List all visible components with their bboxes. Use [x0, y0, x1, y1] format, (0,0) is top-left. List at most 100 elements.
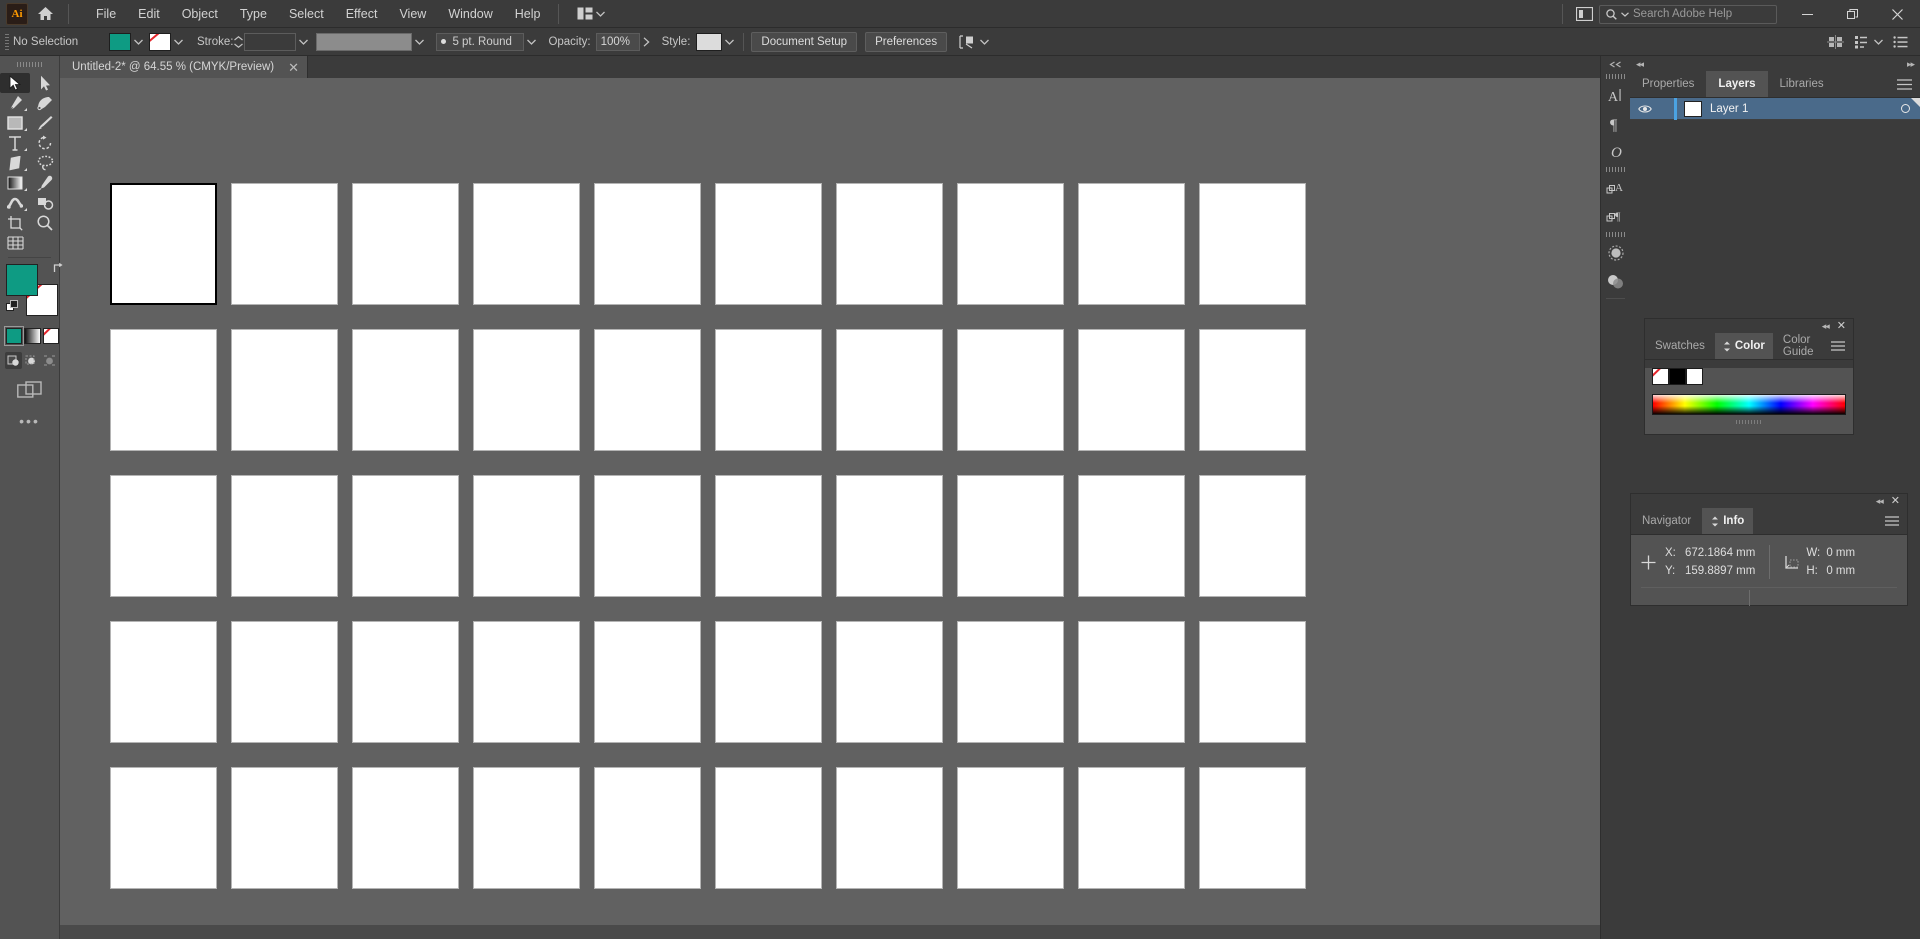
close-icon[interactable]: ✕: [1891, 496, 1900, 507]
menu-window[interactable]: Window: [437, 2, 503, 26]
paragraph-styles-panel-icon[interactable]: ¶: [1601, 202, 1630, 230]
gradient-tool[interactable]: [0, 173, 30, 193]
artboard[interactable]: [231, 475, 338, 597]
artboard[interactable]: [110, 329, 217, 451]
panel-strip-grip-2[interactable]: [1605, 167, 1626, 172]
brush-definition-input[interactable]: 5 pt. Round: [436, 32, 525, 51]
artboard[interactable]: [836, 767, 943, 889]
artboard[interactable]: [957, 767, 1064, 889]
tab-properties[interactable]: Properties: [1630, 71, 1706, 97]
fill-swatch-group[interactable]: [109, 32, 145, 51]
artboard[interactable]: [352, 183, 459, 305]
artboard[interactable]: [473, 183, 580, 305]
rotate-tool[interactable]: [30, 133, 60, 153]
character-panel-icon[interactable]: A: [1601, 81, 1630, 109]
workspace-switcher-icon[interactable]: [1569, 7, 1599, 21]
type-tool[interactable]: [0, 133, 30, 153]
artboard[interactable]: [110, 767, 217, 889]
artboard[interactable]: [1199, 329, 1306, 451]
rectangle-tool[interactable]: [0, 113, 30, 133]
menu-select[interactable]: Select: [278, 2, 335, 26]
collapse-panel-icon[interactable]: ◂◂: [1876, 496, 1884, 507]
zoom-tool[interactable]: [30, 213, 60, 233]
tab-swatches[interactable]: Swatches: [1645, 333, 1715, 359]
direct-selection-tool[interactable]: [30, 73, 60, 93]
opacity-expand-caret[interactable]: [640, 33, 654, 51]
black-swatch[interactable]: [1669, 368, 1686, 385]
menu-view[interactable]: View: [388, 2, 437, 26]
panel-options-icon[interactable]: [1893, 36, 1908, 48]
document-tab[interactable]: Untitled-2* @ 64.55 % (CMYK/Preview) ✕: [60, 56, 309, 78]
curvature-tool[interactable]: [30, 93, 60, 113]
artboard[interactable]: [110, 475, 217, 597]
style-caret[interactable]: [722, 33, 736, 51]
fill-swatch[interactable]: [109, 32, 131, 51]
artboard[interactable]: [836, 475, 943, 597]
glyphs-panel-icon[interactable]: O: [1601, 137, 1630, 165]
artboard[interactable]: [715, 329, 822, 451]
stroke-swatch-group[interactable]: [149, 32, 185, 51]
eye-icon[interactable]: [1634, 104, 1656, 114]
color-spectrum-ramp[interactable]: [1652, 394, 1846, 415]
panel-menu-icon[interactable]: [1897, 79, 1912, 90]
artboard[interactable]: [473, 767, 580, 889]
tab-info[interactable]: Info: [1702, 508, 1754, 534]
stroke-weight-stepper[interactable]: [233, 33, 244, 51]
artboard[interactable]: [231, 767, 338, 889]
artboard[interactable]: [836, 183, 943, 305]
artboard[interactable]: [1078, 475, 1185, 597]
artboard[interactable]: [473, 621, 580, 743]
artboard-options-group[interactable]: [959, 34, 990, 49]
arrange-documents-button[interactable]: [571, 3, 611, 24]
swap-fill-stroke-icon[interactable]: [51, 262, 64, 274]
artboard[interactable]: [231, 621, 338, 743]
close-icon[interactable]: ✕: [1837, 321, 1846, 332]
selection-tool[interactable]: [0, 73, 30, 93]
document-setup-button[interactable]: Document Setup: [751, 31, 858, 52]
search-input[interactable]: Search Adobe Help: [1599, 4, 1777, 24]
tab-layers[interactable]: Layers: [1706, 71, 1768, 97]
artboard[interactable]: [1078, 767, 1185, 889]
stroke-profile-input[interactable]: [316, 32, 413, 51]
artboard[interactable]: [352, 475, 459, 597]
horizontal-scrollbar[interactable]: [60, 925, 1616, 939]
close-icon[interactable]: [1875, 0, 1920, 28]
artboard[interactable]: [715, 767, 822, 889]
close-icon[interactable]: ✕: [288, 61, 299, 74]
artboard[interactable]: [473, 329, 580, 451]
menu-type[interactable]: Type: [229, 2, 278, 26]
minimize-icon[interactable]: [1785, 0, 1830, 28]
distribute-icon[interactable]: [1854, 35, 1883, 49]
artboard[interactable]: [957, 475, 1064, 597]
color-mode-none[interactable]: [42, 328, 59, 344]
artboard[interactable]: [594, 329, 701, 451]
stroke-dropdown-caret[interactable]: [171, 33, 185, 51]
artboard[interactable]: [110, 621, 217, 743]
fill-color-swatch[interactable]: [6, 264, 38, 296]
artboard[interactable]: [352, 329, 459, 451]
collapse-panel-icon[interactable]: ◂◂: [1822, 321, 1830, 332]
artboard[interactable]: [594, 183, 701, 305]
paragraph-panel-icon[interactable]: ¶: [1601, 109, 1630, 137]
brushes-panel-icon[interactable]: [1601, 239, 1630, 267]
eyedropper-tool[interactable]: [30, 173, 60, 193]
color-panel-resize-grip[interactable]: [1736, 420, 1762, 424]
artboard[interactable]: [352, 767, 459, 889]
artboard[interactable]: [1078, 329, 1185, 451]
artboard[interactable]: [957, 183, 1064, 305]
artboard[interactable]: [352, 621, 459, 743]
artboard[interactable]: [1199, 183, 1306, 305]
artboard[interactable]: [594, 767, 701, 889]
draw-behind-icon[interactable]: [23, 352, 40, 369]
home-icon[interactable]: [28, 0, 62, 28]
none-swatch[interactable]: [1652, 368, 1669, 385]
color-mode-solid[interactable]: [3, 326, 25, 346]
artboard[interactable]: [473, 475, 580, 597]
draw-inside-icon[interactable]: [41, 352, 58, 369]
align-icon[interactable]: [1827, 35, 1844, 49]
stroke-weight-input[interactable]: [244, 32, 297, 51]
default-fill-stroke-icon[interactable]: [6, 300, 19, 313]
artboard[interactable]: [836, 621, 943, 743]
layer-row[interactable]: Layer 1: [1630, 97, 1920, 120]
artboard[interactable]: [715, 621, 822, 743]
